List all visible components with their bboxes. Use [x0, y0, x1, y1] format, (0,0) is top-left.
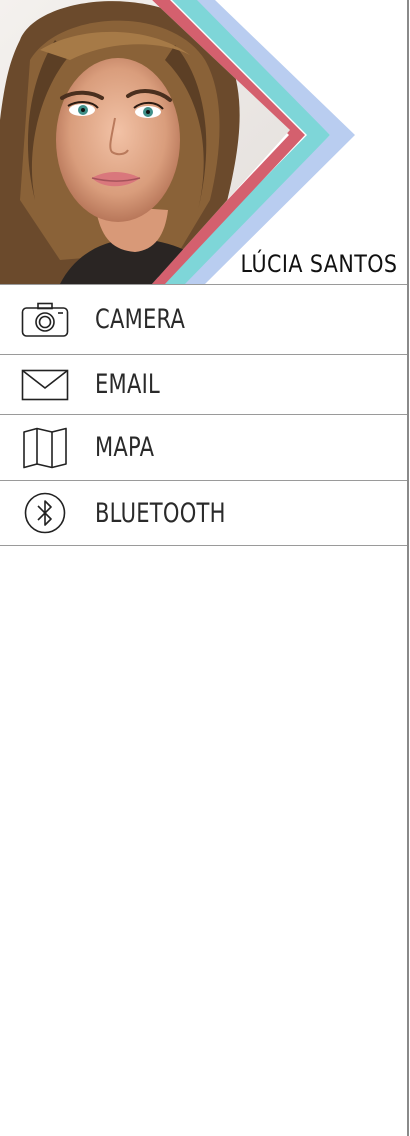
menu-item-label: EMAIL — [95, 369, 161, 400]
menu-item-mapa[interactable]: MAPA — [0, 414, 407, 480]
camera-icon — [20, 298, 70, 342]
map-icon — [20, 426, 70, 470]
menu-item-label: CAMERA — [95, 304, 186, 335]
menu-item-email[interactable]: EMAIL — [0, 354, 407, 414]
menu-item-camera[interactable]: CAMERA — [0, 284, 407, 354]
drawer-menu: CAMERA EMAIL MAPA BLUETOOTH — [0, 284, 407, 546]
profile-banner — [0, 0, 355, 284]
envelope-icon — [20, 363, 70, 407]
bluetooth-icon — [20, 491, 70, 535]
profile-name: LÚCIA SANTOS — [240, 250, 397, 278]
menu-item-bluetooth[interactable]: BLUETOOTH — [0, 480, 407, 546]
menu-item-label: MAPA — [95, 432, 155, 463]
menu-item-label: BLUETOOTH — [95, 497, 226, 529]
navigation-drawer: LÚCIA SANTOS CAMERA EMAIL MAPA BLUETOOTH — [0, 0, 409, 1136]
profile-header: LÚCIA SANTOS — [0, 0, 407, 284]
